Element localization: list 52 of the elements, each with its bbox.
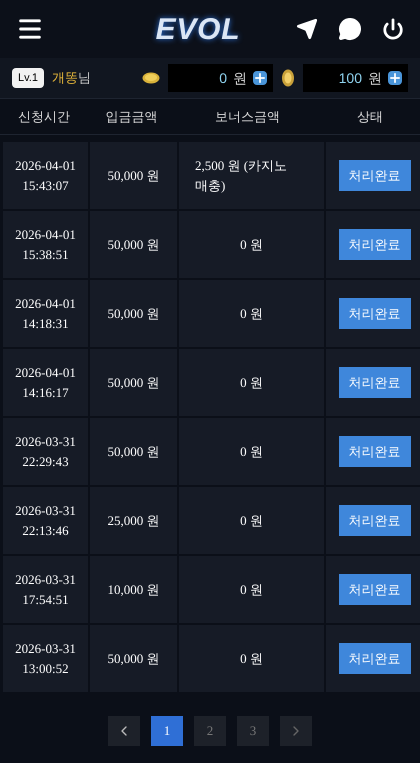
table-cell: 2026-03-31 22:13:46 <box>3 487 88 554</box>
table-cell: 0 원 <box>179 625 324 692</box>
table-cell: 0 원 <box>179 211 324 278</box>
user-name: 개똥님 <box>52 69 91 88</box>
coin-icon <box>142 72 160 84</box>
table-cell: 50,000 원 <box>90 625 177 692</box>
status-button[interactable]: 처리완료 <box>338 366 410 398</box>
status-button[interactable]: 처리완료 <box>338 504 410 536</box>
table-cell: 0 원 <box>179 556 324 623</box>
add-icon[interactable] <box>253 71 267 85</box>
status-button[interactable]: 처리완료 <box>338 298 410 330</box>
table-cell: 2026-04-01 14:18:31 <box>3 280 88 347</box>
column-header: 보너스금액 <box>214 108 281 126</box>
table-cell: 2026-03-31 22:29:43 <box>3 418 88 485</box>
table-cell: 2026-03-31 13:00:52 <box>3 625 88 692</box>
table-cell: 2026-04-01 15:38:51 <box>3 211 88 278</box>
previous-page-button[interactable] <box>108 716 140 746</box>
column-header: 상태 <box>356 108 384 126</box>
table-cell: 50,000 원 <box>90 142 177 209</box>
add-icon[interactable] <box>388 71 402 85</box>
chat-icon[interactable] <box>338 17 362 41</box>
table-cell: 50,000 원 <box>90 349 177 416</box>
table-cell: 2026-04-01 14:16:17 <box>3 349 88 416</box>
chip-icon <box>281 69 295 87</box>
page-button[interactable]: 3 <box>237 716 269 746</box>
table-cell: 0 원 <box>179 280 324 347</box>
table-cell: 0 원 <box>179 487 324 554</box>
table-cell: 2,500 원 (카지노 매충) <box>179 142 324 209</box>
table-cell: 10,000 원 <box>90 556 177 623</box>
page-button[interactable]: 2 <box>194 716 226 746</box>
table-cell: 0 원 <box>179 349 324 416</box>
send-icon[interactable] <box>296 18 318 40</box>
balance-field: 100 원 <box>303 64 408 92</box>
status-button[interactable]: 처리완료 <box>338 436 410 468</box>
logo: EVOL <box>156 12 240 48</box>
table-cell: 50,000 원 <box>90 211 177 278</box>
table-cell: 2026-03-31 17:54:51 <box>3 556 88 623</box>
status-button[interactable]: 처리완료 <box>338 228 410 260</box>
balance-field: 0 원 <box>168 64 273 92</box>
page-button[interactable]: 1 <box>151 716 183 746</box>
table-cell: 50,000 원 <box>90 418 177 485</box>
status-button[interactable]: 처리완료 <box>338 574 410 606</box>
power-icon[interactable] <box>382 18 404 40</box>
column-header: 입금금액 <box>104 108 158 126</box>
table-cell: 0 원 <box>179 418 324 485</box>
status-button[interactable]: 처리완료 <box>338 160 410 192</box>
status-button[interactable]: 처리완료 <box>338 642 410 674</box>
level-badge: Lv.1 <box>12 68 44 88</box>
table-cell: 25,000 원 <box>90 487 177 554</box>
column-header: 신청시간 <box>17 108 71 126</box>
table-cell: 2026-04-01 15:43:07 <box>3 142 88 209</box>
table-cell: 50,000 원 <box>90 280 177 347</box>
